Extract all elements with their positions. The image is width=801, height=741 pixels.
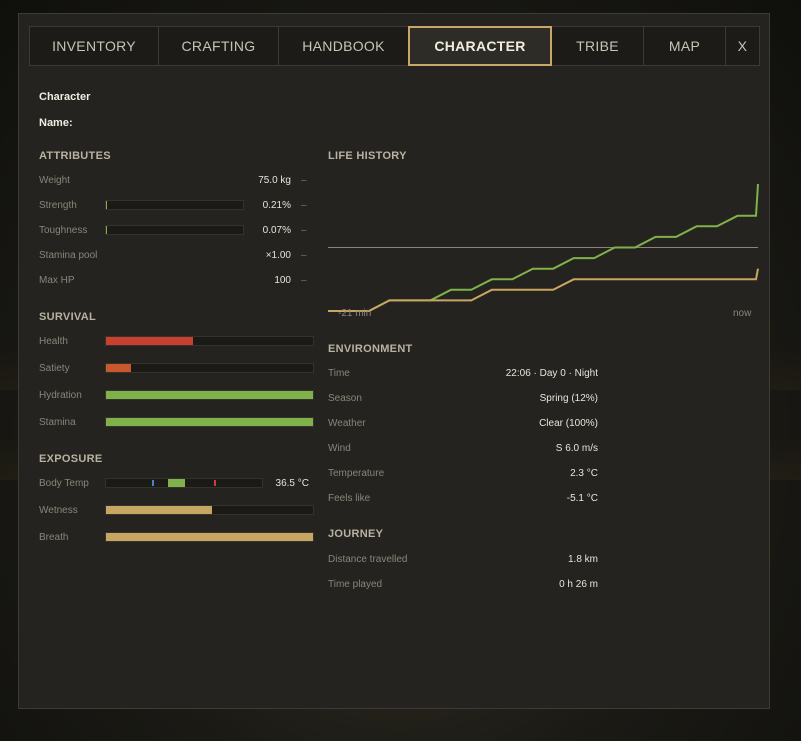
satiety-label: Satiety (39, 363, 70, 374)
env-temperature-label: Temperature (328, 468, 385, 479)
life-history-chart (328, 183, 759, 312)
journey-time-played-value: 0 h 26 m (559, 579, 598, 590)
wetness-label: Wetness (39, 505, 78, 516)
journey-distance-label: Distance travelled (328, 554, 408, 565)
exposure-title: EXPOSURE (39, 453, 103, 465)
health-fill (106, 337, 193, 345)
tab-bar: INVENTORY CRAFTING HANDBOOK CHARACTER TR… (29, 26, 760, 66)
weight-label: Weight (39, 175, 70, 186)
satiety-bar (105, 363, 314, 373)
wetness-bar (105, 505, 314, 515)
character-name-label: Name: (39, 117, 73, 129)
toughness-action[interactable]: – (301, 225, 307, 236)
body-temp-gauge (105, 478, 263, 488)
environment-title: ENVIRONMENT (328, 343, 413, 355)
env-weather-value: Clear (100%) (539, 418, 598, 429)
hydration-label: Hydration (39, 390, 82, 401)
chart-x-start-label: -21 min (338, 308, 372, 319)
max-hp-value: 100 (274, 275, 291, 286)
health-bar (105, 336, 314, 346)
stamina-pool-value: ×1.00 (265, 250, 291, 261)
env-feels-like-value: -5.1 °C (566, 493, 598, 504)
stamina-bar (105, 417, 314, 427)
env-time-value: 22:06 · Day 0 · Night (505, 368, 598, 379)
max-hp-action[interactable]: – (301, 275, 307, 286)
toughness-label: Toughness (39, 225, 88, 236)
health-label: Health (39, 336, 68, 347)
character-header: Character (39, 91, 91, 103)
max-hp-label: Max HP (39, 275, 75, 286)
tab-crafting[interactable]: CRAFTING (158, 26, 279, 66)
env-wind-value: S 6.0 m/s (555, 443, 598, 454)
strength-label: Strength (39, 200, 77, 211)
weight-value: 75.0 kg (258, 175, 291, 186)
breath-label: Breath (39, 532, 69, 543)
survival-title: SURVIVAL (39, 311, 97, 323)
tab-handbook[interactable]: HANDBOOK (278, 26, 409, 66)
tab-tribe[interactable]: TRIBE (551, 26, 644, 66)
env-feels-like-label: Feels like (328, 493, 371, 504)
stamina-pool-action[interactable]: – (301, 250, 307, 261)
stamina-fill (106, 418, 313, 426)
close-button[interactable]: X (725, 26, 760, 66)
tab-character[interactable]: CHARACTER (408, 26, 552, 66)
body-temp-value: 36.5 °C (275, 478, 309, 489)
env-season-label: Season (328, 393, 362, 404)
breath-fill (106, 533, 313, 541)
body-temp-label: Body Temp (39, 478, 89, 489)
tab-map[interactable]: MAP (643, 26, 726, 66)
satiety-fill (106, 364, 131, 372)
journey-distance-value: 1.8 km (567, 554, 598, 565)
env-temperature-value: 2.3 °C (570, 468, 598, 479)
journey-time-played-label: Time played (328, 579, 383, 590)
weight-action[interactable]: – (301, 175, 307, 186)
body-temp-level-marker (168, 479, 185, 487)
hydration-fill (106, 391, 313, 399)
body-temp-hot-marker (214, 480, 216, 486)
breath-bar (105, 532, 314, 542)
stamina-label: Stamina (39, 417, 76, 428)
strength-value: 0.21% (262, 200, 291, 211)
body-temp-cold-marker (152, 480, 154, 486)
chart-x-end-label: now (733, 308, 752, 319)
chart-series-line-1 (328, 268, 759, 312)
journey-title: JOURNEY (328, 528, 384, 540)
strength-action[interactable]: – (301, 200, 307, 211)
env-wind-label: Wind (328, 443, 351, 454)
tab-inventory[interactable]: INVENTORY (29, 26, 159, 66)
hydration-bar (105, 390, 314, 400)
env-weather-label: Weather (328, 418, 366, 429)
toughness-value: 0.07% (262, 225, 291, 236)
stamina-pool-label: Stamina pool (39, 250, 98, 261)
character-panel: INVENTORY CRAFTING HANDBOOK CHARACTER TR… (18, 13, 770, 709)
env-time-label: Time (328, 368, 350, 379)
attributes-title: ATTRIBUTES (39, 150, 111, 162)
env-season-value: Spring (12%) (539, 393, 598, 404)
life-history-title: LIFE HISTORY (328, 150, 407, 162)
wetness-fill (106, 506, 212, 514)
